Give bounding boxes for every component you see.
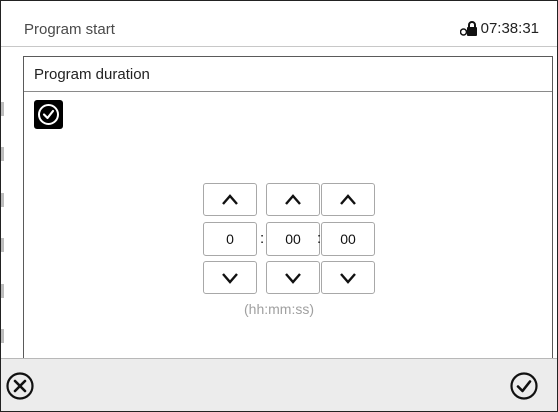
dialog-footer [1, 358, 557, 411]
program-duration-dialog: Program duration 0 : 00 : 00 [23, 56, 553, 410]
chevron-up-icon [285, 193, 301, 205]
screen: Program start 07:38:31 Program duration [0, 0, 558, 412]
chevron-up-icon [340, 193, 356, 205]
confirm-button[interactable] [507, 369, 541, 403]
clock-icon [34, 100, 63, 129]
clock-time: 07:38:31 [480, 20, 539, 37]
screen-title: Program start [24, 21, 115, 38]
cancel-button[interactable] [3, 369, 37, 403]
confirm-icon [510, 372, 538, 400]
top-status-bar: Program start 07:38:31 [1, 1, 557, 47]
minutes-decrease-button[interactable] [266, 261, 320, 294]
chevron-down-icon [285, 272, 301, 284]
format-hint: (hh:mm:ss) [244, 301, 314, 317]
seconds-field[interactable]: 00 [321, 222, 375, 256]
chevron-down-icon [222, 272, 238, 284]
minutes-increase-button[interactable] [266, 183, 320, 216]
status-area: 07:38:31 [459, 20, 539, 37]
hours-decrease-button[interactable] [203, 261, 257, 294]
seconds-increase-button[interactable] [321, 183, 375, 216]
chevron-up-icon [222, 193, 238, 205]
dialog-header: Program duration [24, 57, 552, 92]
seconds-decrease-button[interactable] [321, 261, 375, 294]
chevron-down-icon [340, 272, 356, 284]
cancel-icon [6, 372, 34, 400]
dialog-title: Program duration [34, 66, 150, 83]
lock-icon [459, 20, 477, 36]
time-separator: : [260, 230, 265, 247]
hours-field[interactable]: 0 [203, 222, 257, 256]
minutes-field[interactable]: 00 [266, 222, 320, 256]
hours-increase-button[interactable] [203, 183, 257, 216]
